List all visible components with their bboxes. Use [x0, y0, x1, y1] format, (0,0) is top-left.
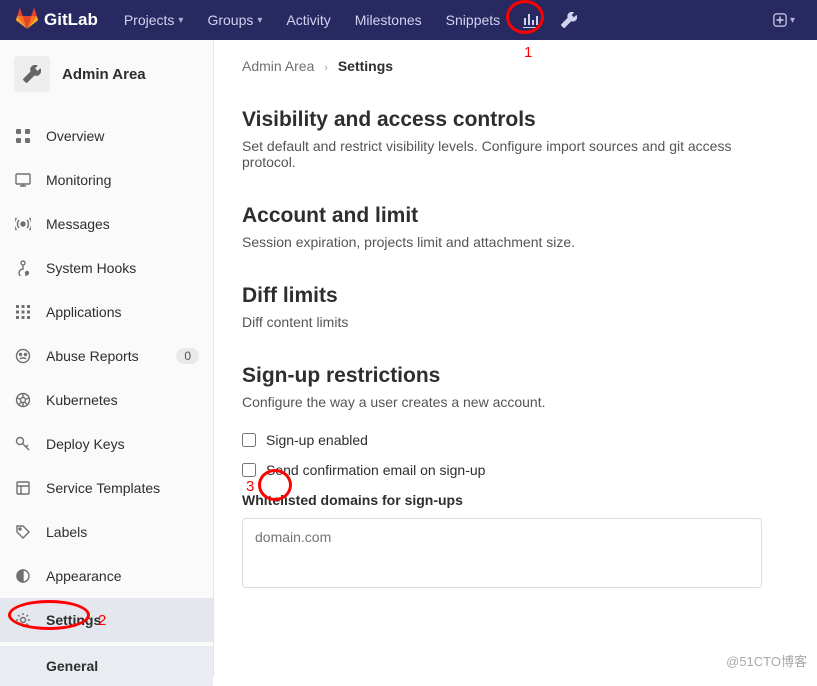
activity-chart-icon[interactable] — [514, 0, 548, 40]
section-account: Account and limit Session expiration, pr… — [242, 204, 789, 250]
template-icon — [14, 480, 32, 496]
section-title: Visibility and access controls — [242, 108, 789, 132]
sidebar-item-system-hooks[interactable]: System Hooks — [0, 246, 213, 290]
section-desc: Session expiration, projects limit and a… — [242, 234, 789, 250]
chevron-down-icon: ▾ — [790, 15, 795, 26]
section-desc: Set default and restrict visibility leve… — [242, 138, 789, 170]
abuse-count-badge: 0 — [176, 348, 199, 364]
gitlab-logo-icon — [16, 8, 38, 33]
gear-icon — [14, 612, 32, 628]
nav-milestones[interactable]: Milestones — [345, 0, 432, 40]
new-dropdown-icon[interactable]: ▾ — [767, 0, 801, 40]
whitelist-label: Whitelisted domains for sign-ups — [242, 492, 789, 508]
section-signup: Sign-up restrictions Configure the way a… — [242, 364, 789, 591]
annotation-label-1: 1 — [524, 44, 532, 61]
sidebar-header[interactable]: Admin Area — [0, 40, 213, 110]
monitor-icon — [14, 172, 32, 188]
annotation-label-2: 2 — [98, 612, 106, 629]
sidebar-item-abuse-reports[interactable]: Abuse Reports0 — [0, 334, 213, 378]
chevron-right-icon: › — [324, 62, 328, 74]
admin-sidebar: Admin Area Overview Monitoring Messages … — [0, 40, 214, 676]
sidebar-item-messages[interactable]: Messages — [0, 202, 213, 246]
send-confirmation-checkbox[interactable] — [242, 463, 256, 477]
main-content: Admin Area › Settings Visibility and acc… — [214, 40, 817, 676]
annotation-label-3: 3 — [246, 478, 254, 495]
nav-snippets[interactable]: Snippets — [436, 0, 510, 40]
brand-text: GitLab — [44, 10, 98, 30]
breadcrumb-current: Settings — [338, 58, 393, 74]
sidebar-item-appearance[interactable]: Appearance — [0, 554, 213, 598]
section-title: Diff limits — [242, 284, 789, 308]
global-header: GitLab Projects▾ Groups▾ Activity Milest… — [0, 0, 817, 40]
section-desc: Configure the way a user creates a new a… — [242, 394, 789, 410]
abuse-icon — [14, 348, 32, 364]
send-confirmation-row[interactable]: Send confirmation email on sign-up — [242, 462, 789, 478]
breadcrumb: Admin Area › Settings — [242, 58, 789, 74]
sidebar-item-monitoring[interactable]: Monitoring — [0, 158, 213, 202]
sidebar-title: Admin Area — [62, 66, 146, 83]
sidebar-item-settings[interactable]: Settings — [0, 598, 213, 642]
brand[interactable]: GitLab — [16, 8, 98, 33]
section-title: Account and limit — [242, 204, 789, 228]
signup-enabled-row[interactable]: Sign-up enabled — [242, 432, 789, 448]
nav-groups[interactable]: Groups▾ — [197, 0, 272, 40]
chevron-down-icon: ▾ — [178, 15, 183, 26]
section-desc: Diff content limits — [242, 314, 789, 330]
checkbox-label: Sign-up enabled — [266, 432, 368, 448]
labels-icon — [14, 524, 32, 540]
breadcrumb-root[interactable]: Admin Area — [242, 58, 314, 74]
broadcast-icon — [14, 216, 32, 232]
apps-icon — [14, 304, 32, 320]
section-diff: Diff limits Diff content limits — [242, 284, 789, 330]
sidebar-subitem-general[interactable]: General — [0, 646, 213, 686]
hook-icon — [14, 260, 32, 276]
checkbox-label: Send confirmation email on sign-up — [266, 462, 485, 478]
nav-activity[interactable]: Activity — [276, 0, 340, 40]
signup-enabled-checkbox[interactable] — [242, 433, 256, 447]
chevron-down-icon: ▾ — [257, 15, 262, 26]
nav-projects[interactable]: Projects▾ — [114, 0, 194, 40]
sidebar-item-deploy-keys[interactable]: Deploy Keys — [0, 422, 213, 466]
section-visibility: Visibility and access controls Set defau… — [242, 108, 789, 170]
kubernetes-icon — [14, 392, 32, 408]
sidebar-item-service-templates[interactable]: Service Templates — [0, 466, 213, 510]
sidebar-item-kubernetes[interactable]: Kubernetes — [0, 378, 213, 422]
appearance-icon — [14, 568, 32, 584]
overview-icon — [14, 128, 32, 144]
section-title: Sign-up restrictions — [242, 364, 789, 388]
sidebar-item-overview[interactable]: Overview — [0, 114, 213, 158]
whitelist-domains-input[interactable] — [242, 518, 762, 588]
admin-wrench-icon[interactable] — [552, 0, 586, 40]
key-icon — [14, 436, 32, 452]
sidebar-item-applications[interactable]: Applications — [0, 290, 213, 334]
sidebar-item-labels[interactable]: Labels — [0, 510, 213, 554]
wrench-icon — [14, 56, 50, 92]
watermark: @51CTO博客 — [726, 651, 807, 670]
